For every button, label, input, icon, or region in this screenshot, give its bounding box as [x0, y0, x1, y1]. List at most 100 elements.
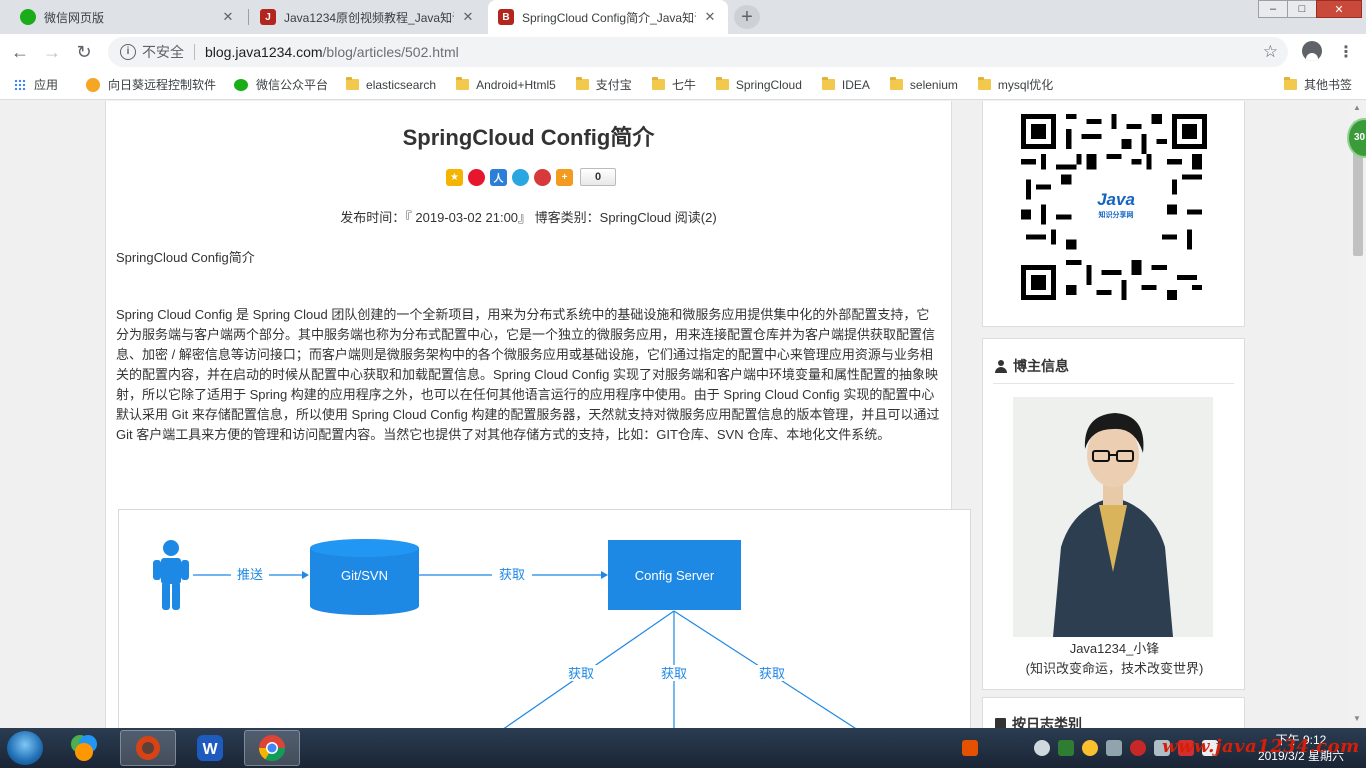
author-motto: (知识改变命运，技术改变世界)	[1025, 661, 1204, 676]
taskbar-app-1[interactable]	[56, 730, 112, 766]
cloud-icon[interactable]	[1034, 740, 1050, 756]
close-icon[interactable]: ✕	[220, 9, 236, 25]
author-name: Java1234_小锋	[1069, 641, 1160, 656]
shield-icon[interactable]	[1058, 740, 1074, 756]
blogger-info-heading: 博主信息	[995, 356, 1069, 376]
qr-code-card: Java 知识分享网	[982, 101, 1245, 327]
bookmark-folder-idea[interactable]: IDEA	[821, 77, 870, 92]
sunflower-icon	[86, 77, 101, 92]
bookmark-apps[interactable]: 应用	[14, 76, 58, 93]
qzone-star-icon[interactable]: ★	[446, 168, 463, 186]
tencent-weibo-icon[interactable]	[512, 168, 529, 186]
taskbar-java-ide[interactable]	[120, 730, 176, 766]
renren-icon[interactable]: 人	[490, 168, 507, 186]
diagram-canvas: 推送 Git/SVN 获取 Config Server 获取 获取 获取	[153, 539, 856, 728]
branch-label-center: 获取	[661, 666, 687, 681]
bookmark-folder-alipay[interactable]: 支付宝	[575, 76, 632, 93]
scroll-down-icon[interactable]: ▼	[1353, 714, 1361, 723]
bookmarks-bar: 应用 向日葵远程控制软件 微信公众平台 elasticsearch Androi…	[0, 70, 1366, 100]
bookmark-label: 七牛	[671, 78, 696, 92]
folder-icon	[346, 77, 360, 90]
author-photo-image	[1013, 397, 1213, 637]
bookmark-wechat-platform[interactable]: 微信公众平台	[234, 76, 328, 93]
wechat-icon	[234, 78, 249, 91]
sogou-input-icon[interactable]	[962, 740, 978, 756]
article-subheading: SpringCloud Config简介	[116, 250, 255, 265]
bookmark-label: elasticsearch	[366, 77, 437, 92]
qr-logo-subtext: 知识分享网	[1098, 212, 1134, 219]
bookmark-folder-other[interactable]: 其他书签	[1284, 76, 1352, 93]
douban-icon[interactable]	[534, 168, 551, 186]
category-title: 按日志类别	[1012, 716, 1082, 728]
back-arrow-icon[interactable]: ←	[4, 36, 36, 68]
close-icon[interactable]: ✕	[702, 9, 718, 25]
bookmark-folder-selenium[interactable]: selenium	[889, 77, 958, 92]
bookmark-star-icon[interactable]: ☆	[1263, 42, 1278, 62]
blogger-info-title: 博主信息	[1013, 358, 1069, 374]
tab-wechat[interactable]: 微信网页版 ✕	[10, 0, 246, 34]
browser-toolbar: ← → ↻ i 不安全 blog.java1234.com/blog/artic…	[0, 34, 1366, 70]
maximize-button[interactable]: □	[1287, 0, 1317, 18]
share-bar: ★ 人 + 0	[446, 168, 617, 186]
security-status[interactable]: 不安全	[142, 42, 184, 62]
article-body: Spring Cloud Config 是 Spring Cloud 团队创建的…	[116, 307, 940, 442]
menu-kebab-icon[interactable]: ⋮	[1338, 42, 1354, 62]
fetch-arrowhead	[601, 571, 608, 579]
bookmark-folder-mysql[interactable]: mysql优化	[977, 76, 1054, 93]
bookmark-label: 支付宝	[595, 78, 632, 92]
taskbar-chrome[interactable]	[244, 730, 300, 766]
taskbar-wps[interactable]: W	[182, 730, 238, 766]
bookmark-sunflower[interactable]: 向日葵远程控制软件	[86, 76, 216, 93]
book-icon	[995, 717, 1006, 728]
new-tab-button[interactable]: +	[734, 5, 760, 29]
blogger-info-card: 博主信息 Java1234_小锋 (知识改变命运，技术改变世界)	[982, 338, 1245, 690]
site-watermark: www.java1234.com	[1162, 736, 1360, 757]
info-icon[interactable]: i	[120, 44, 136, 60]
page-scrollbar[interactable]: ▲ ▼	[1350, 101, 1366, 728]
scroll-up-icon[interactable]: ▲	[1353, 103, 1361, 112]
article-meta: 发布时间：『 2019-03-02 21:00』 博客类别：SpringClou…	[340, 210, 717, 225]
profile-avatar-icon[interactable]	[1302, 41, 1322, 61]
address-bar[interactable]: i 不安全 blog.java1234.com/blog/articles/50…	[108, 37, 1288, 67]
more-share-plus-icon[interactable]: +	[556, 168, 573, 186]
category-card: 按日志类别	[982, 697, 1245, 728]
bookmark-folder-elasticsearch[interactable]: elasticsearch	[346, 77, 437, 92]
tab-title: SpringCloud Config简介_Java知识分享网	[522, 10, 696, 25]
weibo-icon[interactable]	[468, 168, 485, 186]
folder-icon	[651, 77, 665, 90]
antivirus-icon[interactable]	[1130, 740, 1146, 756]
java-ide-gear-icon	[136, 736, 160, 760]
tab-springcloud-config[interactable]: B SpringCloud Config简介_Java知识分享网 ✕	[488, 0, 728, 34]
colorful-app-icon	[71, 735, 97, 761]
bookmark-folder-springcloud[interactable]: SpringCloud	[715, 77, 802, 92]
bookmark-label: mysql优化	[997, 78, 1054, 92]
author-photo	[1013, 397, 1213, 637]
url-path: /blog/articles/502.html	[322, 44, 459, 60]
bookmark-folder-qiniu[interactable]: 七牛	[651, 76, 696, 93]
minimize-button[interactable]: ‒	[1258, 0, 1288, 18]
folder-icon	[889, 77, 903, 90]
bookmark-label: IDEA	[841, 77, 870, 92]
bookmark-folder-android-html5[interactable]: Android+Html5	[456, 77, 556, 92]
url-host: blog.java1234.com	[205, 44, 323, 60]
blog-b-icon: B	[498, 9, 514, 25]
security-plus-icon[interactable]	[1082, 740, 1098, 756]
forward-arrow-icon[interactable]: →	[36, 36, 68, 68]
fetch-label: 获取	[499, 567, 525, 582]
window-close-button[interactable]: ✕	[1316, 0, 1362, 18]
windows-start-icon[interactable]	[7, 731, 43, 765]
reload-icon[interactable]: ↻	[68, 36, 100, 68]
push-label: 推送	[237, 567, 263, 582]
folder-icon	[715, 77, 729, 90]
page-viewport: SpringCloud Config简介 ★ 人 + 0 发布时间：『 2019…	[0, 101, 1350, 728]
close-icon[interactable]: ✕	[460, 9, 476, 25]
tab-divider	[248, 9, 249, 25]
divider	[194, 44, 195, 60]
tab-java1234-videos[interactable]: J Java1234原创视频教程_Java知识分享网 ✕	[250, 0, 486, 34]
folder-icon	[1284, 77, 1297, 90]
wechat-icon	[20, 9, 36, 25]
tray-spacer	[986, 740, 1026, 756]
person-icon	[153, 540, 189, 610]
network-icon[interactable]	[1106, 740, 1122, 756]
repo-label: Git/SVN	[341, 568, 388, 583]
